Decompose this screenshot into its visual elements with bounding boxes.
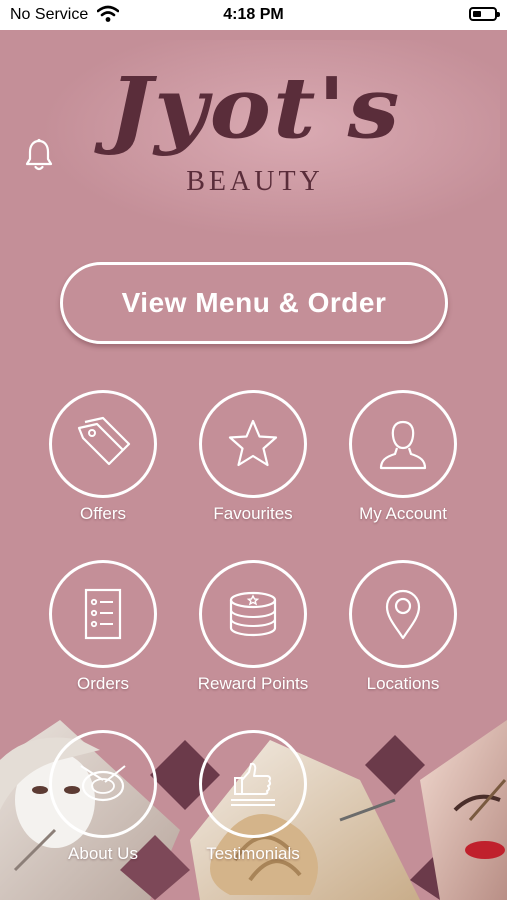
menu-tile-about-us[interactable]: About Us <box>28 730 178 864</box>
reward-points-label: Reward Points <box>197 674 309 693</box>
clock: 4:18 PM <box>223 6 284 23</box>
coin-stack-icon <box>229 591 277 637</box>
clipboard-list-icon <box>84 588 122 640</box>
orders-icon-circle <box>49 560 157 668</box>
locations-label: Locations <box>366 674 440 693</box>
orders-label: Orders <box>77 674 129 693</box>
menu-tile-testimonials[interactable]: Testimonials <box>178 730 328 864</box>
reward-points-icon-circle <box>199 560 307 668</box>
app-screen: No Service 4:18 PM Jyot's BEAUTY View Me… <box>0 0 507 900</box>
user-icon <box>379 420 427 470</box>
view-menu-order-label: View Menu & Order <box>121 287 387 318</box>
menu-tile-offers[interactable]: Offers <box>28 390 178 524</box>
menu-tile-locations[interactable]: Locations <box>328 560 478 694</box>
my-account-icon-circle <box>349 390 457 498</box>
testimonials-label: Testimonials <box>206 844 300 863</box>
menu-tile-favourites[interactable]: Favourites <box>178 390 328 524</box>
tag-icon <box>77 416 131 466</box>
my-account-label: My Account <box>359 504 447 523</box>
brand-name: Jyot's <box>108 58 402 158</box>
status-bar: No Service 4:18 PM <box>0 0 507 30</box>
about-us-icon-circle <box>49 730 157 838</box>
about-us-label: About Us <box>68 844 138 863</box>
favourites-icon-circle <box>199 390 307 498</box>
battery-icon <box>469 7 500 21</box>
plate-cutlery-icon <box>80 765 126 802</box>
locations-icon-circle <box>349 560 457 668</box>
testimonials-icon-circle <box>199 730 307 838</box>
menu-tile-reward-points[interactable]: Reward Points <box>178 560 328 694</box>
brand-logo: Jyot's BEAUTY <box>70 58 440 198</box>
offers-icon-circle <box>49 390 157 498</box>
offers-label: Offers <box>80 504 126 523</box>
map-pin-icon <box>385 589 421 640</box>
menu-tile-my-account[interactable]: My Account <box>328 390 478 524</box>
bell-icon[interactable] <box>24 138 54 172</box>
view-menu-order-button[interactable]: View Menu & Order <box>60 262 448 344</box>
favourites-label: Favourites <box>213 504 293 523</box>
thumbs-up-icon <box>231 762 275 806</box>
menu-tile-orders[interactable]: Orders <box>28 560 178 694</box>
brand-tagline: BEAUTY <box>186 166 324 197</box>
star-icon <box>228 419 278 467</box>
